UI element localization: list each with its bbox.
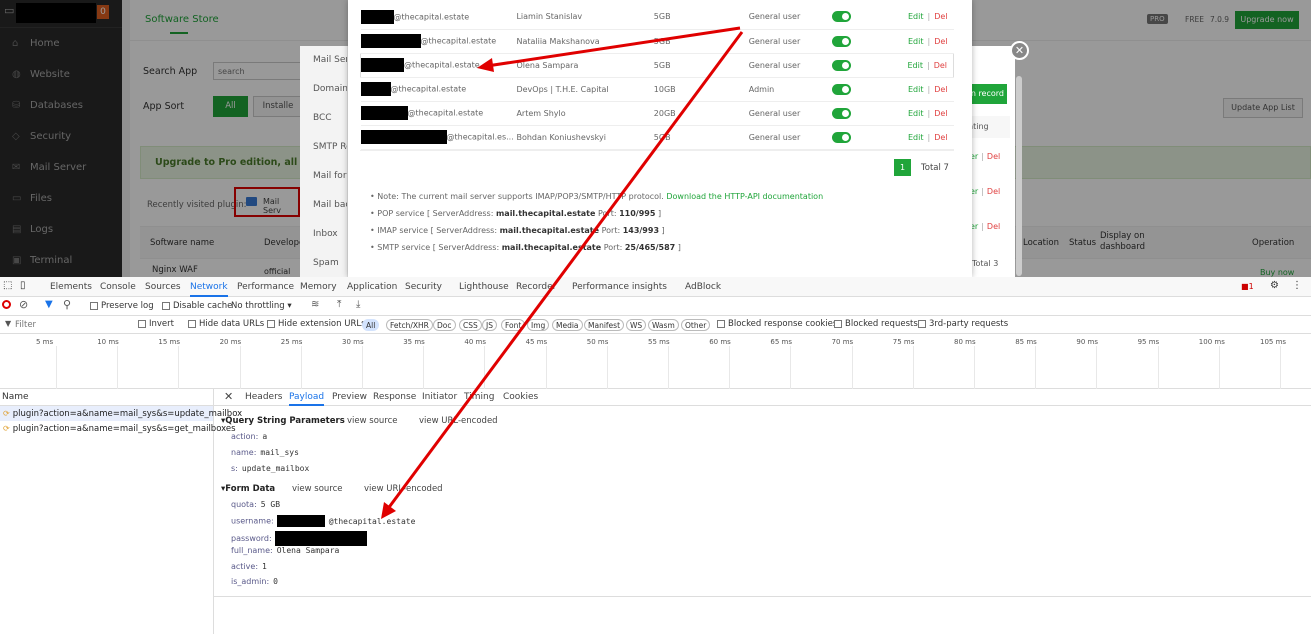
annotation-arrows [381,26,744,519]
arrow-to-olena-row [477,26,741,72]
arrow-to-form-data [381,31,744,519]
